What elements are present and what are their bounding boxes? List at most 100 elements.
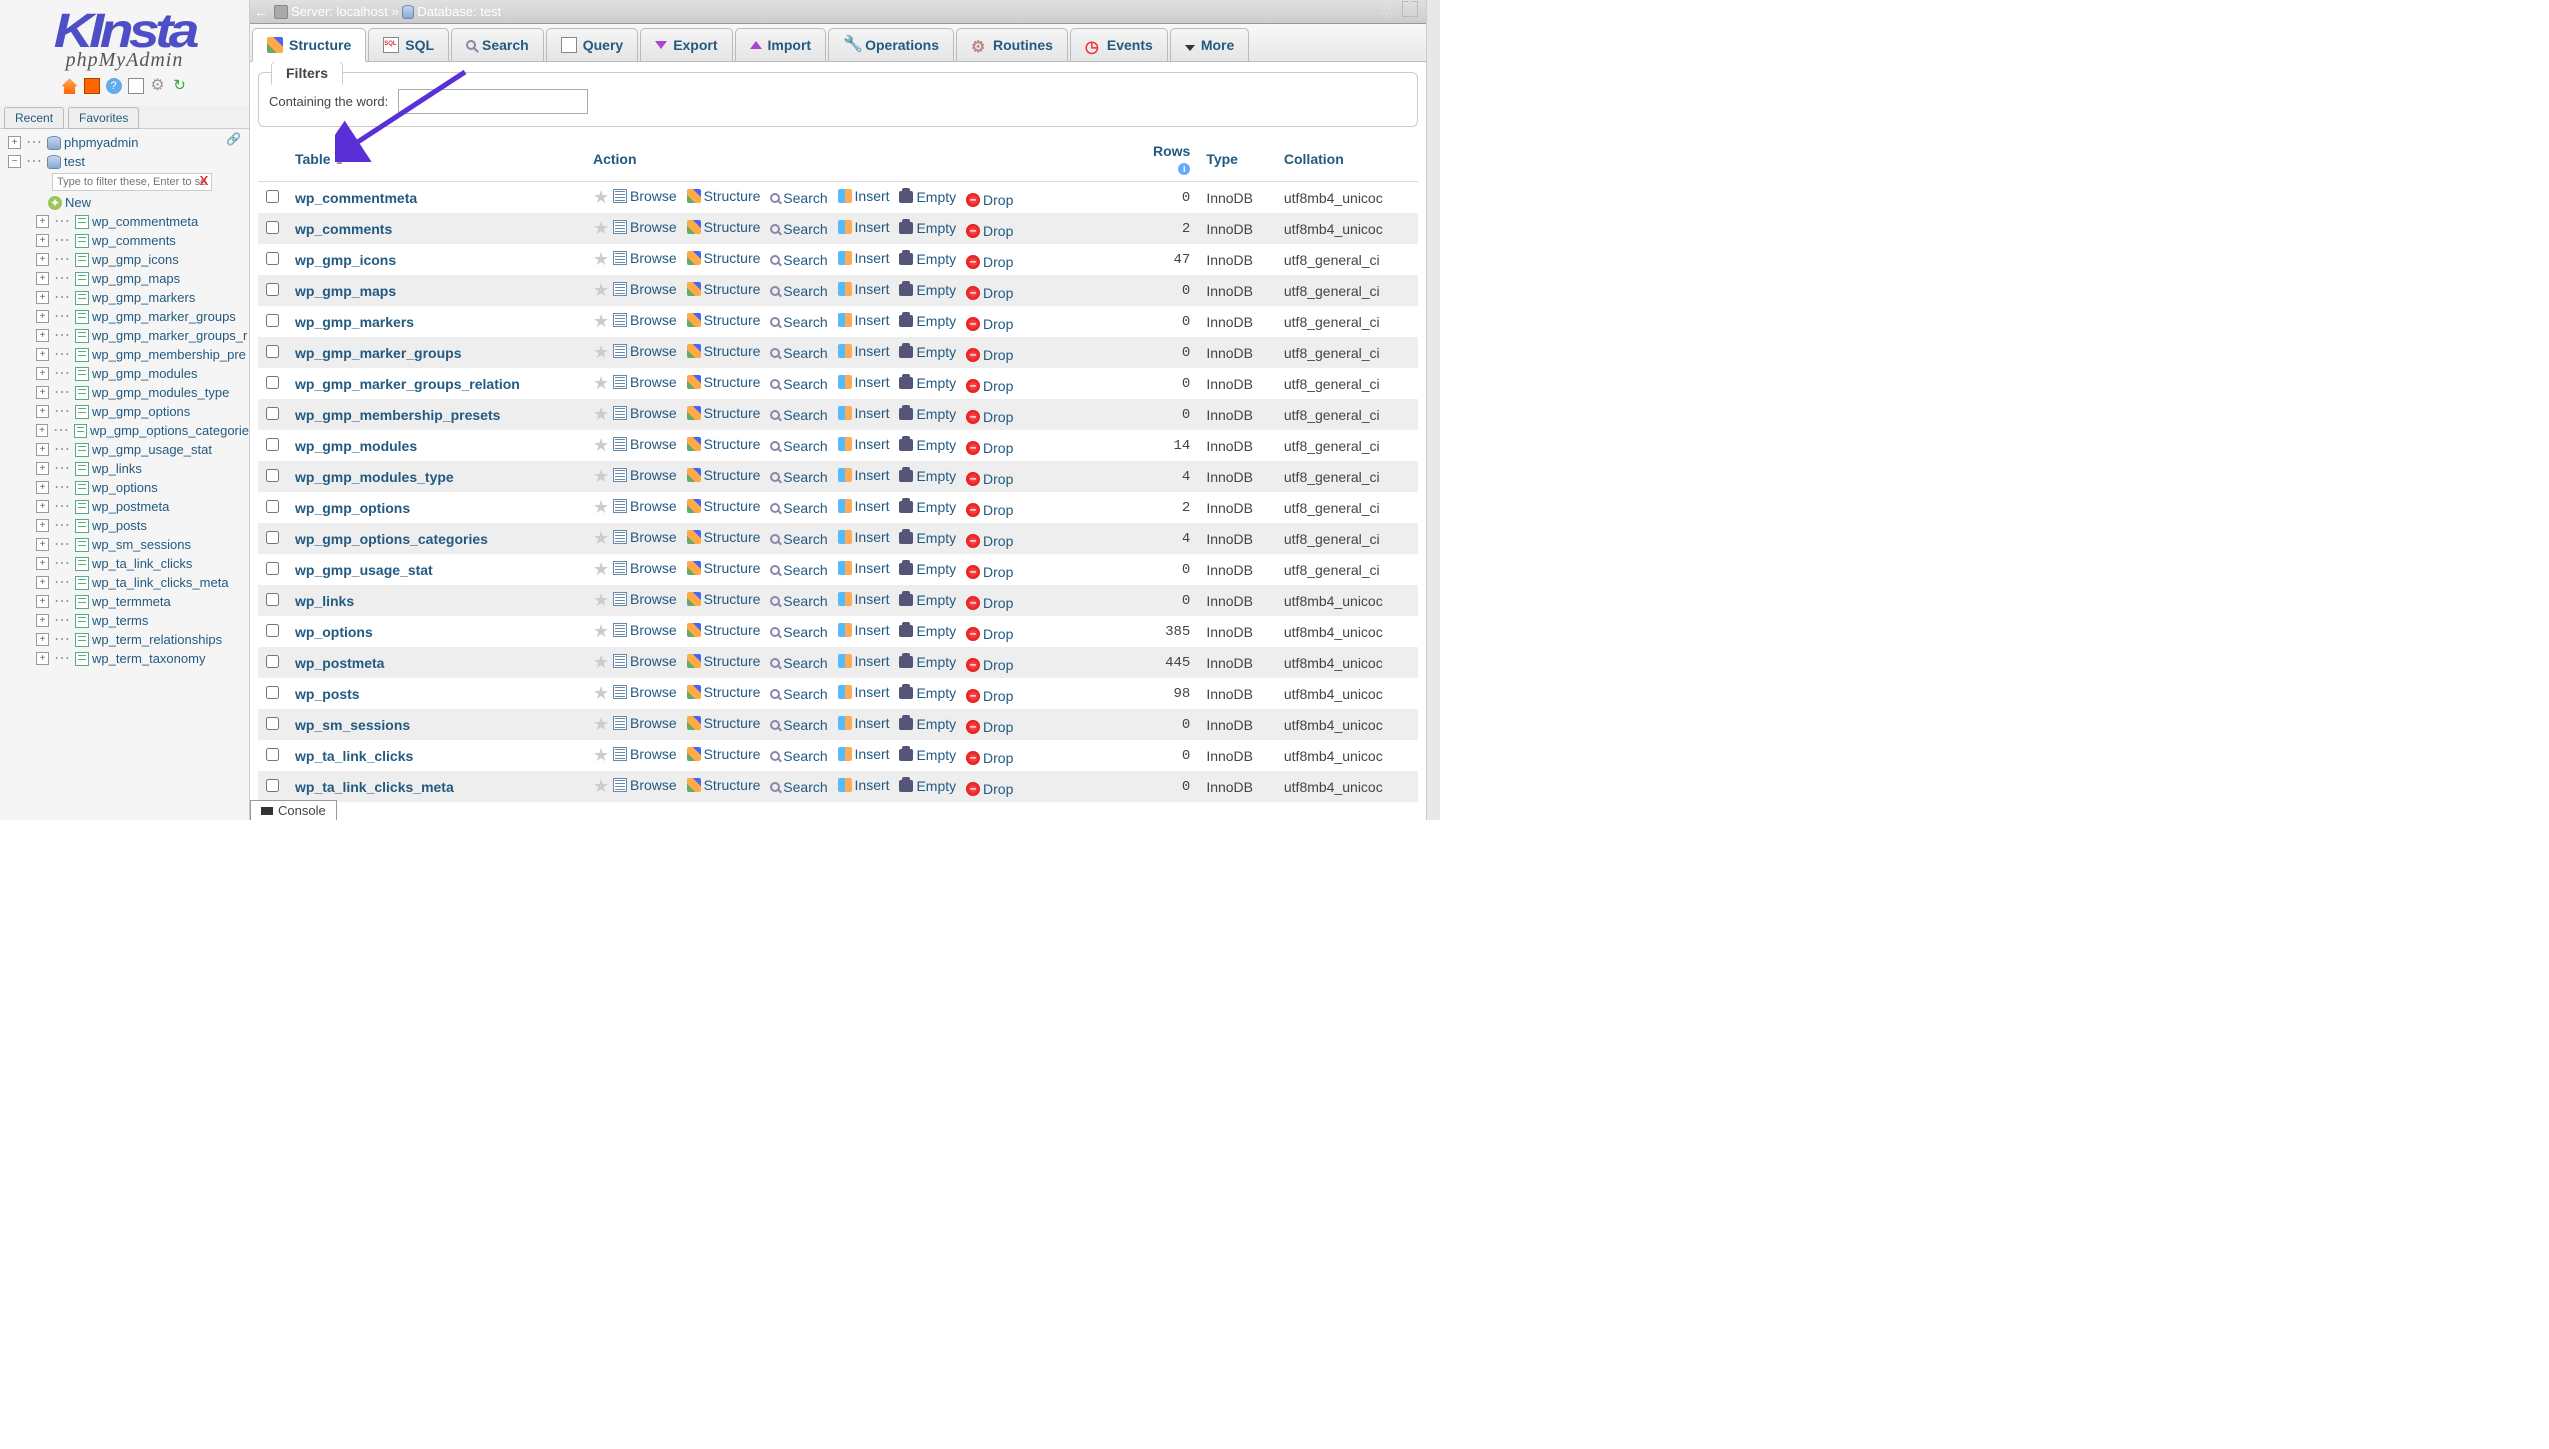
server-link[interactable]: localhost <box>337 4 388 19</box>
action-drop[interactable]: Drop <box>983 657 1013 673</box>
action-drop[interactable]: Drop <box>983 626 1013 642</box>
action-structure[interactable]: Structure <box>704 312 761 328</box>
action-structure[interactable]: Structure <box>704 281 761 297</box>
favorite-icon[interactable]: ★ <box>593 683 609 703</box>
tab-recent[interactable]: Recent <box>4 107 64 129</box>
action-search[interactable]: Search <box>783 562 827 578</box>
tree-table-label[interactable]: wp_term_relationships <box>92 632 222 647</box>
action-empty[interactable]: Empty <box>916 747 956 763</box>
action-browse[interactable]: Browse <box>630 560 677 576</box>
expand-icon[interactable]: + <box>36 443 49 456</box>
table-name-link[interactable]: wp_postmeta <box>295 655 384 671</box>
expand-icon[interactable]: + <box>36 215 49 228</box>
action-structure[interactable]: Structure <box>704 746 761 762</box>
row-checkbox[interactable] <box>266 252 279 265</box>
row-checkbox[interactable] <box>266 283 279 296</box>
tree-table-label[interactable]: wp_ta_link_clicks <box>92 556 192 571</box>
tree-table-item[interactable]: +⋯wp_gmp_membership_pre <box>4 345 249 364</box>
filter-input[interactable] <box>398 89 588 114</box>
tree-table-item[interactable]: +⋯wp_posts <box>4 516 249 535</box>
action-structure[interactable]: Structure <box>704 188 761 204</box>
table-name-link[interactable]: wp_links <box>295 593 354 609</box>
row-checkbox[interactable] <box>266 376 279 389</box>
action-insert[interactable]: Insert <box>855 715 890 731</box>
action-search[interactable]: Search <box>783 593 827 609</box>
clear-filter-icon[interactable]: X <box>200 173 209 188</box>
expand-icon[interactable]: + <box>8 136 21 149</box>
action-drop[interactable]: Drop <box>983 595 1013 611</box>
action-search[interactable]: Search <box>783 407 827 423</box>
action-drop[interactable]: Drop <box>983 502 1013 518</box>
action-browse[interactable]: Browse <box>630 653 677 669</box>
action-structure[interactable]: Structure <box>704 622 761 638</box>
action-structure[interactable]: Structure <box>704 560 761 576</box>
action-empty[interactable]: Empty <box>916 530 956 546</box>
row-checkbox[interactable] <box>266 469 279 482</box>
back-arrow-icon[interactable]: ← <box>254 4 268 20</box>
tab-operations[interactable]: 🔧Operations <box>828 28 954 61</box>
favorite-icon[interactable]: ★ <box>593 466 609 486</box>
expand-icon[interactable]: + <box>36 329 49 342</box>
action-empty[interactable]: Empty <box>916 344 956 360</box>
tree-table-label[interactable]: wp_gmp_markers <box>92 290 195 305</box>
action-search[interactable]: Search <box>783 655 827 671</box>
action-structure[interactable]: Structure <box>704 374 761 390</box>
expand-icon[interactable]: + <box>36 576 49 589</box>
table-name-link[interactable]: wp_gmp_options <box>295 500 410 516</box>
action-drop[interactable]: Drop <box>983 564 1013 580</box>
row-checkbox[interactable] <box>266 190 279 203</box>
action-empty[interactable]: Empty <box>916 685 956 701</box>
action-structure[interactable]: Structure <box>704 498 761 514</box>
action-empty[interactable]: Empty <box>916 220 956 236</box>
favorite-icon[interactable]: ★ <box>593 404 609 424</box>
action-empty[interactable]: Empty <box>916 406 956 422</box>
tab-favorites[interactable]: Favorites <box>68 107 139 129</box>
action-insert[interactable]: Insert <box>855 188 890 204</box>
action-insert[interactable]: Insert <box>855 467 890 483</box>
collapse-topbar-icon[interactable]: ⌃ <box>1402 1 1418 17</box>
action-structure[interactable]: Structure <box>704 436 761 452</box>
action-insert[interactable]: Insert <box>855 343 890 359</box>
expand-icon[interactable]: + <box>36 652 49 665</box>
tree-table-item[interactable]: +⋯wp_gmp_options <box>4 402 249 421</box>
action-empty[interactable]: Empty <box>916 654 956 670</box>
action-empty[interactable]: Empty <box>916 716 956 732</box>
table-name-link[interactable]: wp_ta_link_clicks <box>295 748 413 764</box>
action-drop[interactable]: Drop <box>983 533 1013 549</box>
tree-table-item[interactable]: +⋯wp_postmeta <box>4 497 249 516</box>
tree-table-label[interactable]: wp_gmp_options_categorie <box>90 423 249 438</box>
expand-icon[interactable]: + <box>36 291 49 304</box>
action-search[interactable]: Search <box>783 221 827 237</box>
favorite-icon[interactable]: ★ <box>593 342 609 362</box>
action-empty[interactable]: Empty <box>916 375 956 391</box>
action-search[interactable]: Search <box>783 345 827 361</box>
favorite-icon[interactable]: ★ <box>593 497 609 517</box>
expand-icon[interactable]: + <box>36 367 49 380</box>
tree-table-label[interactable]: wp_gmp_options <box>92 404 190 419</box>
action-empty[interactable]: Empty <box>916 189 956 205</box>
tree-table-label[interactable]: wp_term_taxonomy <box>92 651 205 666</box>
expand-icon[interactable]: + <box>36 348 49 361</box>
action-insert[interactable]: Insert <box>855 312 890 328</box>
action-search[interactable]: Search <box>783 190 827 206</box>
tree-table-item[interactable]: +⋯wp_gmp_icons <box>4 250 249 269</box>
action-drop[interactable]: Drop <box>983 192 1013 208</box>
tree-table-label[interactable]: wp_sm_sessions <box>92 537 191 552</box>
tree-new-label[interactable]: New <box>65 195 91 210</box>
console-toggle[interactable]: Console <box>250 800 337 820</box>
docs-icon[interactable] <box>128 78 144 94</box>
action-browse[interactable]: Browse <box>630 777 677 793</box>
action-drop[interactable]: Drop <box>983 378 1013 394</box>
table-name-link[interactable]: wp_gmp_options_categories <box>295 531 488 547</box>
tree-table-label[interactable]: wp_gmp_modules <box>92 366 198 381</box>
action-empty[interactable]: Empty <box>916 499 956 515</box>
favorite-icon[interactable]: ★ <box>593 373 609 393</box>
tree-table-item[interactable]: +⋯wp_comments <box>4 231 249 250</box>
action-browse[interactable]: Browse <box>630 498 677 514</box>
expand-icon[interactable]: + <box>36 538 49 551</box>
tree-table-label[interactable]: wp_comments <box>92 233 176 248</box>
action-search[interactable]: Search <box>783 686 827 702</box>
tab-routines[interactable]: ⚙Routines <box>956 28 1068 61</box>
action-drop[interactable]: Drop <box>983 440 1013 456</box>
action-structure[interactable]: Structure <box>704 529 761 545</box>
